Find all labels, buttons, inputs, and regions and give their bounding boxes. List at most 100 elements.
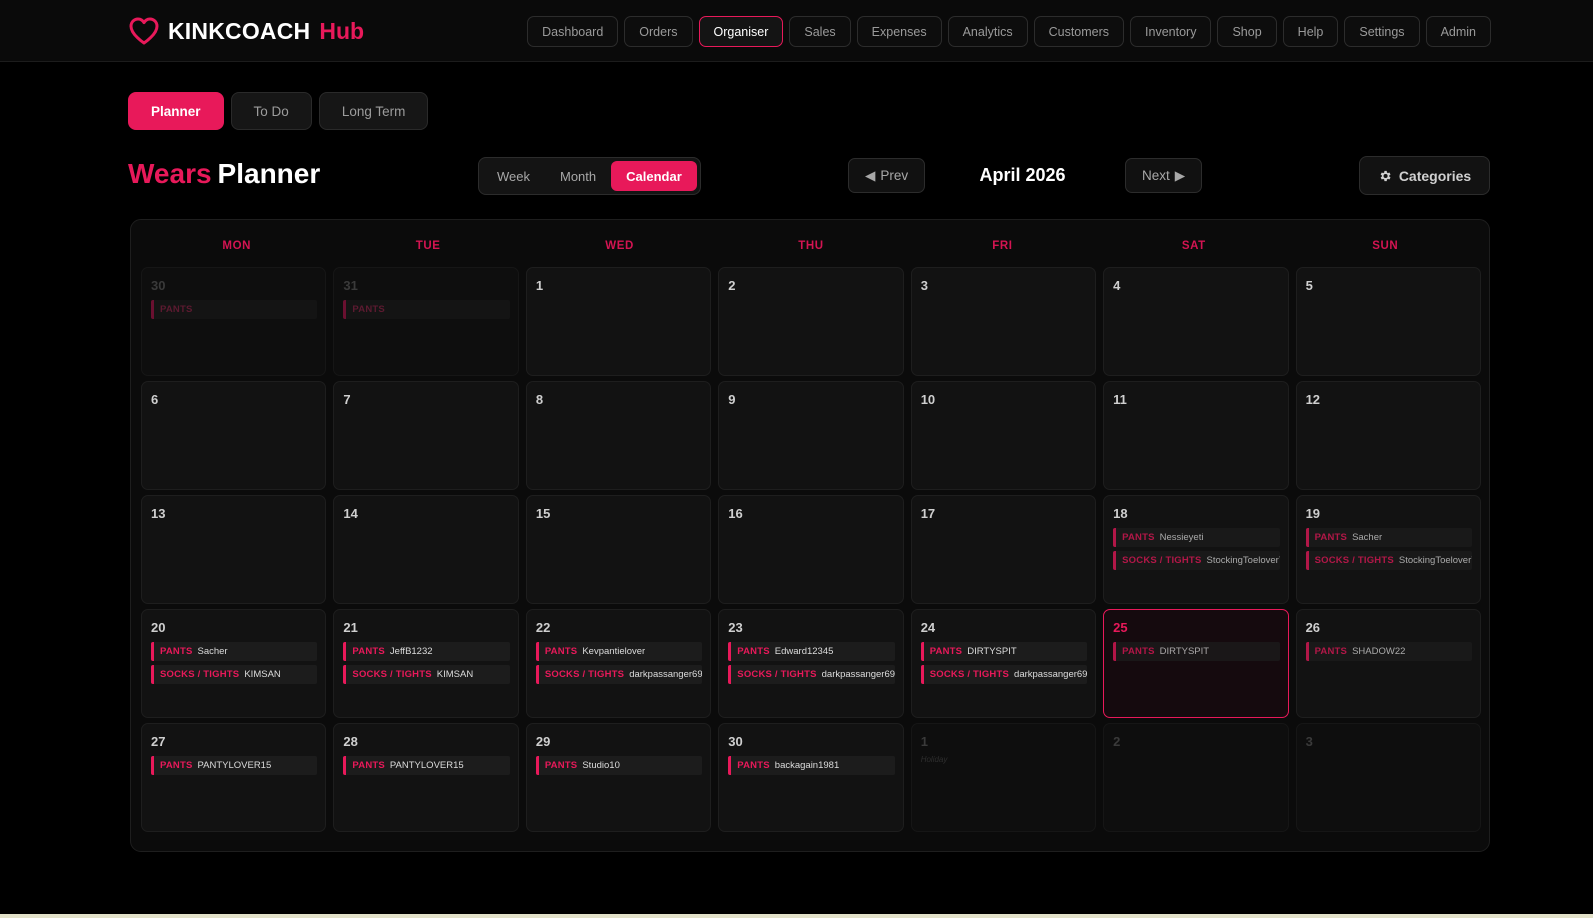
day-number: 22: [535, 620, 551, 635]
calendar-day[interactable]: 26 PANTS SHADOW22: [1295, 609, 1481, 718]
tab-planner[interactable]: Planner: [128, 92, 224, 130]
event-list: PANTS Sacher SOCKS / TIGHTS StockingToelove…: [1305, 528, 1472, 570]
calendar-day[interactable]: 31 PANTS: [333, 267, 519, 376]
nav-inventory-button[interactable]: Inventory: [1130, 16, 1212, 47]
weekday-tue: TUE: [415, 240, 441, 252]
day-number: 3: [1305, 734, 1313, 749]
calendar-day[interactable]: 3: [910, 267, 1097, 376]
event-entry[interactable]: PANTS Studio10: [535, 756, 703, 775]
event-entry[interactable]: PANTS PANTYLOVER15: [343, 756, 510, 775]
calendar-day[interactable]: 8: [525, 381, 712, 490]
event-list: PANTS DIRTYSPIT: [1113, 642, 1280, 661]
gear-icon: [1380, 170, 1391, 181]
event-category: PANTS: [160, 646, 193, 657]
event-entry[interactable]: SOCKS / TIGHTS darkpassanger69: [920, 665, 1088, 684]
event-category: SOCKS / TIGHTS: [544, 669, 625, 680]
categories-button[interactable]: Categories: [1359, 156, 1490, 195]
event-customer: StockingToelover74: [1206, 555, 1279, 566]
event-entry[interactable]: SOCKS / TIGHTS KIMSAN: [151, 665, 318, 684]
event-entry[interactable]: PANTS backagain1981: [728, 756, 895, 775]
calendar-day[interactable]: 2: [1103, 723, 1289, 832]
calendar-day[interactable]: 30 PANTS: [141, 267, 327, 376]
tab-to-do[interactable]: To Do: [230, 92, 312, 130]
event-entry[interactable]: PANTS SHADOW22: [1305, 642, 1472, 661]
calendar-day[interactable]: 22 PANTS Kevpantielover SOCKS / TIGHTS darkp…: [525, 609, 712, 718]
calendar-day[interactable]: 23 PANTS Edward12345 SOCKS / TIGHTS darkpass…: [718, 609, 904, 718]
weekday-sat: SAT: [1181, 240, 1206, 252]
calendar-day[interactable]: 27 PANTS PANTYLOVER15: [141, 723, 327, 832]
event-entry[interactable]: PANTS DIRTYSPIT: [1113, 642, 1280, 661]
event-category: PANTS: [544, 646, 578, 657]
next-month-button[interactable]: Next ▶: [1125, 158, 1203, 193]
day-number: 26: [1305, 620, 1321, 635]
day-number: 10: [920, 392, 936, 407]
prev-month-button[interactable]: ◀ Prev: [848, 158, 926, 193]
nav-organiser-button[interactable]: Organiser: [698, 16, 784, 47]
event-entry[interactable]: PANTS: [343, 300, 510, 319]
calendar-day[interactable]: 15: [525, 495, 712, 604]
event-entry[interactable]: SOCKS / TIGHTS darkpassanger69: [728, 665, 895, 684]
calendar-day[interactable]: 16: [718, 495, 904, 604]
event-entry[interactable]: PANTS PANTYLOVER15: [151, 756, 318, 775]
calendar-day[interactable]: 12: [1295, 381, 1481, 490]
calendar-day[interactable]: 14: [333, 495, 519, 604]
calendar-day[interactable]: 4: [1103, 267, 1289, 376]
view-month-button[interactable]: Month: [545, 161, 611, 191]
calendar-day[interactable]: 6: [141, 381, 327, 490]
calendar-day[interactable]: 20 PANTS Sacher SOCKS / TIGHTS KIMSAN: [141, 609, 327, 718]
event-entry[interactable]: PANTS Kevpantielover: [535, 642, 703, 661]
nav-dashboard-button[interactable]: Dashboard: [527, 16, 619, 47]
nav-analytics-button[interactable]: Analytics: [947, 16, 1028, 47]
nav-help-button[interactable]: Help: [1282, 16, 1339, 47]
event-entry[interactable]: PANTS DIRTYSPIT: [920, 642, 1088, 661]
calendar-day-today[interactable]: 25 PANTS DIRTYSPIT: [1103, 609, 1289, 718]
event-entry[interactable]: PANTS Sacher: [1305, 528, 1472, 547]
event-category: SOCKS / TIGHTS: [160, 669, 240, 680]
calendar-day[interactable]: 11: [1103, 381, 1289, 490]
calendar-day[interactable]: 1 Holiday: [910, 723, 1097, 832]
event-entry[interactable]: PANTS Sacher: [151, 642, 318, 661]
tab-long-term[interactable]: Long Term: [318, 92, 429, 130]
calendar-day[interactable]: 24 PANTS DIRTYSPIT SOCKS / TIGHTS darkpassan…: [910, 609, 1097, 718]
calendar-day[interactable]: 13: [141, 495, 327, 604]
day-number: 2: [1113, 734, 1121, 749]
calendar-day[interactable]: 30 PANTS backagain1981: [718, 723, 904, 832]
weekday-mon: MON: [222, 240, 252, 252]
view-calendar-button[interactable]: Calendar: [611, 161, 697, 191]
event-entry[interactable]: PANTS JeffB1232: [343, 642, 510, 661]
calendar-day[interactable]: 7: [333, 381, 519, 490]
nav-customers-button[interactable]: Customers: [1033, 16, 1125, 47]
calendar-day[interactable]: 5: [1295, 267, 1481, 376]
event-entry[interactable]: PANTS: [151, 300, 318, 319]
nav-shop-button[interactable]: Shop: [1217, 16, 1277, 47]
event-entry[interactable]: PANTS Nessieyeti: [1113, 528, 1280, 547]
event-entry[interactable]: SOCKS / TIGHTS KIMSAN: [343, 665, 510, 684]
calendar-day[interactable]: 10: [910, 381, 1097, 490]
event-entry[interactable]: SOCKS / TIGHTS StockingToelover74: [1113, 551, 1280, 570]
calendar-day[interactable]: 28 PANTS PANTYLOVER15: [333, 723, 519, 832]
calendar-day[interactable]: 17: [910, 495, 1097, 604]
calendar-day[interactable]: 18 PANTS Nessieyeti SOCKS / TIGHTS StockingT…: [1103, 495, 1289, 604]
nav-sales-button[interactable]: Sales: [789, 16, 851, 47]
nav-settings-button[interactable]: Settings: [1344, 16, 1420, 47]
brand-logo[interactable]: KINKCOACH Hub: [128, 16, 364, 46]
nav-admin-button[interactable]: Admin: [1425, 16, 1491, 47]
calendar-day[interactable]: 29 PANTS Studio10: [525, 723, 712, 832]
nav-expenses-button[interactable]: Expenses: [856, 16, 942, 47]
nav-orders-button[interactable]: Orders: [624, 16, 693, 47]
weekday-header: MON TUE WED THU FRI SAT SUN: [141, 240, 1481, 252]
view-week-button[interactable]: Week: [482, 161, 545, 191]
page-title-main: Planner: [217, 158, 321, 189]
calendar-day[interactable]: 9: [718, 381, 904, 490]
event-entry[interactable]: SOCKS / TIGHTS darkpassanger69: [535, 665, 703, 684]
calendar-day[interactable]: 2: [718, 267, 904, 376]
event-category: SOCKS / TIGHTS: [1314, 555, 1394, 566]
calendar-day[interactable]: 19 PANTS Sacher SOCKS / TIGHTS StockingToelo…: [1295, 495, 1481, 604]
event-entry[interactable]: PANTS Edward12345: [728, 642, 895, 661]
event-entry[interactable]: SOCKS / TIGHTS StockingToelover74: [1305, 551, 1472, 570]
calendar-day[interactable]: 3: [1295, 723, 1481, 832]
calendar-day[interactable]: 21 PANTS JeffB1232 SOCKS / TIGHTS KIMSAN: [333, 609, 519, 718]
calendar-day[interactable]: 1: [525, 267, 712, 376]
organiser-subtabs: Planner To Do Long Term: [128, 92, 429, 130]
triangle-left-icon: ◀: [865, 167, 876, 183]
